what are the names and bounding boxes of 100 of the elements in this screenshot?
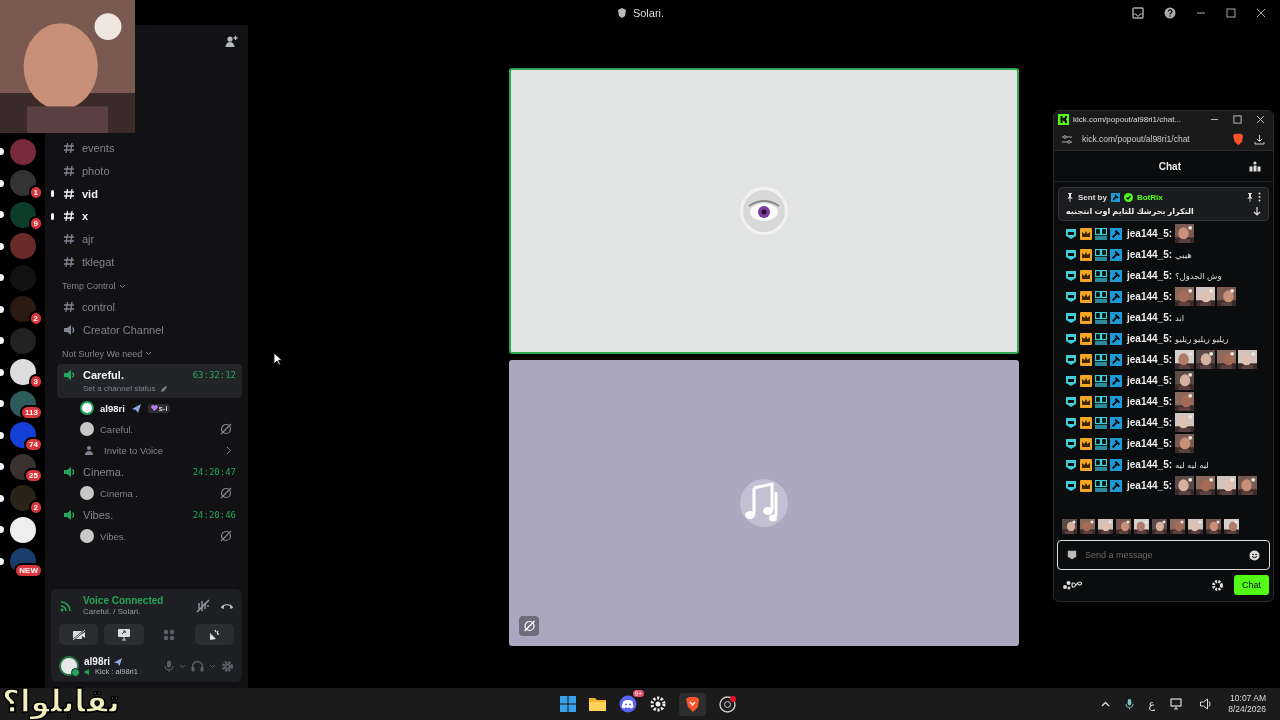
member-name[interactable]: al98ri — [100, 402, 125, 414]
channel-item[interactable]: ajr — [63, 233, 95, 246]
chat-username[interactable]: jea144_5: — [1127, 354, 1173, 365]
more-icon[interactable] — [1258, 192, 1261, 202]
window-title: kick.com/popout/al98ri1/chat... — [1073, 115, 1183, 124]
chat-app-icon[interactable] — [619, 695, 637, 713]
chat-username[interactable]: jea144_5: — [1127, 291, 1173, 302]
user-avatar[interactable] — [80, 401, 94, 416]
server-icon[interactable] — [9, 453, 36, 480]
disconnect-icon[interactable] — [220, 601, 234, 610]
hash-icon — [63, 301, 75, 314]
chevron-icon — [118, 283, 126, 289]
moderator-icon — [1110, 416, 1122, 429]
video-tile[interactable] — [509, 67, 1019, 354]
site-settings-icon[interactable] — [1062, 134, 1072, 144]
chat-username[interactable]: jea144_5: — [1127, 270, 1173, 281]
folder-icon[interactable] — [589, 697, 606, 711]
download-icon[interactable] — [1254, 133, 1265, 145]
maximize-icon[interactable] — [1233, 115, 1242, 124]
voice-channel[interactable]: Creator Channel — [57, 318, 242, 341]
send-button[interactable]: Chat — [1234, 575, 1269, 595]
user-avatar[interactable] — [59, 656, 79, 676]
close-icon[interactable] — [1256, 7, 1266, 18]
shield-icon[interactable] — [1232, 132, 1244, 146]
crown-icon — [1080, 395, 1092, 408]
emoji-icon[interactable] — [1249, 549, 1260, 561]
channel-item[interactable]: events — [63, 142, 115, 155]
subscriber-badge-icon — [1065, 416, 1077, 429]
chat-username[interactable]: jea144_5: — [1127, 459, 1173, 470]
network-icon[interactable] — [1170, 698, 1185, 710]
crown-icon — [1080, 353, 1092, 366]
moderator-icon — [1110, 374, 1122, 387]
subscriber-badge-icon — [1065, 458, 1077, 471]
noise-suppression-icon[interactable] — [196, 598, 210, 613]
arrow-down-icon[interactable] — [1253, 207, 1261, 216]
start-icon[interactable] — [560, 696, 576, 712]
category-header[interactable]: Temp Control — [45, 276, 242, 297]
chat-username[interactable]: jea144_5: — [1127, 228, 1173, 239]
og-badge-icon — [1095, 332, 1107, 345]
member-avatar[interactable] — [80, 422, 94, 437]
subscriber-badge-icon — [1065, 374, 1077, 387]
channel-item[interactable]: control — [63, 301, 116, 314]
chat-username[interactable]: jea144_5: — [1127, 375, 1173, 386]
message-input[interactable]: Send a message — [1085, 550, 1241, 560]
hash-icon — [63, 165, 75, 178]
points-icon[interactable] — [1063, 580, 1085, 590]
chat-title: Chat — [1158, 160, 1181, 172]
channel-item[interactable]: x — [63, 210, 89, 223]
voice-channel[interactable]: Careful. 63:32:12 Set a channel status — [57, 363, 242, 398]
chat-message: اند — [1175, 312, 1185, 323]
member-name[interactable]: Vibes. — [100, 530, 127, 542]
chat-username[interactable]: jea144_5: — [1127, 312, 1173, 323]
category-header[interactable]: Not Surley We need — [45, 343, 242, 364]
chat-username[interactable]: jea144_5: — [1127, 480, 1173, 491]
language-indicator[interactable]: ع — [1148, 697, 1156, 711]
server-icon[interactable] — [9, 516, 36, 543]
channel-item[interactable]: photo — [63, 165, 110, 178]
microphone-icon[interactable] — [1124, 697, 1134, 711]
record-icon[interactable] — [719, 695, 736, 713]
chat-username[interactable]: jea144_5: — [1127, 333, 1173, 344]
channel-item[interactable]: vid — [63, 187, 98, 200]
voice-channel[interactable]: Vibes. 24:20:46 — [57, 503, 242, 526]
channel-item[interactable]: tklegat — [63, 255, 115, 268]
chat-username[interactable]: jea144_5: — [1127, 249, 1173, 260]
chat-username[interactable]: jea144_5: — [1127, 417, 1173, 428]
chevron-up-icon[interactable] — [1100, 701, 1110, 707]
member-name[interactable]: Careful. — [100, 423, 134, 435]
chat-username[interactable]: jea144_5: — [1127, 396, 1173, 407]
chat-username[interactable]: jea144_5: — [1127, 438, 1173, 449]
close-icon[interactable] — [1256, 115, 1265, 124]
member-name[interactable]: Cinema . — [100, 487, 138, 499]
clock[interactable]: 10:07 AM 8/24/2026 — [1228, 693, 1266, 715]
server-icon[interactable] — [9, 359, 36, 385]
airplane-icon — [113, 656, 124, 667]
chevron-icon[interactable] — [179, 663, 186, 669]
member-avatar[interactable] — [80, 529, 94, 544]
add-member-icon[interactable] — [225, 34, 238, 48]
headphones-icon[interactable] — [191, 660, 204, 672]
screen-share-icon — [116, 628, 131, 641]
soundboard-button[interactable] — [194, 624, 234, 645]
pencil-icon[interactable] — [159, 384, 168, 393]
volume-icon[interactable] — [1199, 698, 1214, 710]
crown-icon — [1080, 332, 1092, 345]
pin-icon[interactable] — [1246, 192, 1254, 202]
member-avatar[interactable] — [80, 486, 94, 501]
help-icon[interactable] — [1164, 6, 1176, 19]
users-icon[interactable] — [1249, 160, 1261, 172]
channel-location[interactable]: Careful. / Solari. — [83, 607, 186, 616]
pinned-label: Sent by — [1078, 192, 1107, 202]
camera-button[interactable] — [59, 624, 99, 645]
video-tile[interactable] — [509, 359, 1019, 646]
invite-button[interactable]: Invite to Voice — [80, 439, 242, 461]
voice-channel[interactable]: Cinema. 24:20:47 — [57, 460, 242, 483]
chevron-icon[interactable] — [209, 663, 216, 669]
author-name[interactable]: BotRix — [1136, 192, 1163, 202]
screen-share-button[interactable] — [104, 624, 144, 645]
inbox-icon[interactable] — [1132, 6, 1144, 19]
gear-icon[interactable] — [650, 696, 666, 712]
server-icon[interactable] — [9, 422, 36, 448]
maximize-icon[interactable] — [1226, 7, 1236, 18]
